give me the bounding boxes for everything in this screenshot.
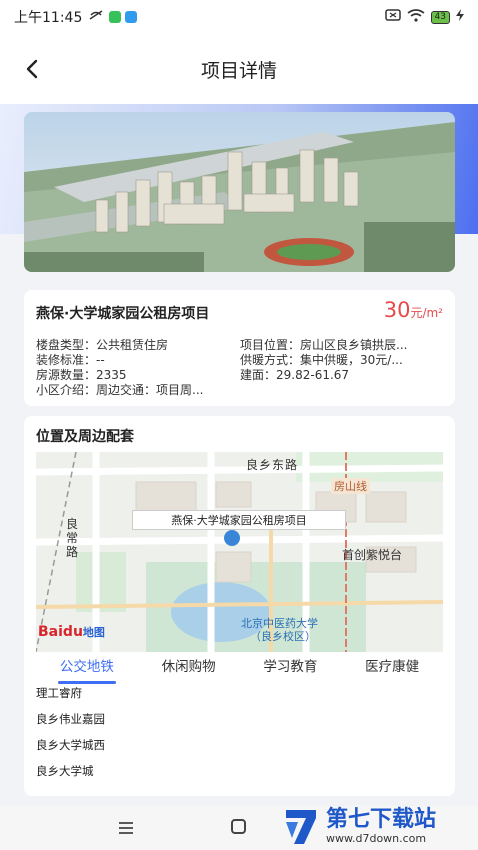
poi-list-item: 良乡大学城西 xyxy=(36,738,105,752)
project-photo xyxy=(24,112,455,272)
poi-list-item: 良乡大学城 xyxy=(36,764,94,778)
back-button[interactable] xyxy=(22,54,46,84)
tab-transit[interactable]: 公交地铁 xyxy=(36,654,138,684)
menu-icon xyxy=(119,822,133,834)
price-value: 30 xyxy=(383,298,411,322)
map-label-road: 良乡东路 xyxy=(246,458,299,472)
charging-icon xyxy=(456,9,464,25)
app-notification-icon xyxy=(109,11,122,23)
screen-icon xyxy=(384,9,401,25)
silent-icon xyxy=(88,9,104,25)
battery-indicator: 43 xyxy=(430,10,450,24)
tab-education[interactable]: 学习教育 xyxy=(240,654,342,684)
location-section-title: 位置及周边配套 xyxy=(36,429,134,445)
baidu-logo: Baidu地图 xyxy=(38,624,105,640)
price: 30元/m² xyxy=(384,298,443,322)
map-label-railway: 房山线 xyxy=(331,478,370,494)
nav-bar: 项目详情 xyxy=(0,34,478,104)
home-button[interactable] xyxy=(231,819,246,834)
map-label-university-campus: （良乡校区） xyxy=(250,630,316,643)
app-notification-icon xyxy=(125,11,138,23)
detail-intro[interactable]: 小区介绍：周边交通：项目周... xyxy=(36,381,203,398)
price-unit: 元/m² xyxy=(410,306,443,320)
detail-area: 建面：29.82-61.67 xyxy=(240,368,350,382)
watermark-title: 第七下载站 xyxy=(326,806,437,832)
watermark-logo-icon xyxy=(286,810,316,844)
recent-apps-button[interactable] xyxy=(118,820,134,834)
back-arrow-icon xyxy=(26,59,38,79)
map-label-community: 首创紫悦台 xyxy=(342,548,403,562)
map-view[interactable]: 燕保·大学城家园公租房项目 良乡东路 房山线 良 常 路 首创紫悦台 北京中医药… xyxy=(36,452,443,652)
map-popup[interactable]: 燕保·大学城家园公租房项目 xyxy=(132,510,346,530)
tab-medical[interactable]: 医疗康健 xyxy=(341,654,443,684)
wifi-icon xyxy=(407,8,425,26)
poi-list-item: 良乡伟业嘉园 xyxy=(36,712,105,726)
map-label-road-vertical: 良 常 路 xyxy=(66,517,79,559)
status-time: 上午11:45 xyxy=(14,10,83,26)
page-title: 项目详情 xyxy=(200,59,277,82)
project-info-card: 燕保·大学城家园公租房项目 30元/m² 楼盘类型：公共租赁住房 项目位置：房山… xyxy=(24,290,455,406)
poi-list-item: 理工睿府 xyxy=(36,686,82,700)
watermark: 第七下载站 www.d7down.com xyxy=(282,802,436,850)
watermark-url: www.d7down.com xyxy=(326,831,427,845)
status-bar: 上午11:45 43 xyxy=(0,0,478,34)
project-name: 燕保·大学城家园公租房项目 xyxy=(36,306,210,322)
location-card: 位置及周边配套 燕保·大学城家园公租房项目 良乡东路 房山线 良 常 路 首创紫… xyxy=(24,416,455,796)
poi-tabs: 公交地铁 休闲购物 学习教育 医疗康健 xyxy=(36,654,443,684)
tab-shopping[interactable]: 休闲购物 xyxy=(138,654,240,684)
